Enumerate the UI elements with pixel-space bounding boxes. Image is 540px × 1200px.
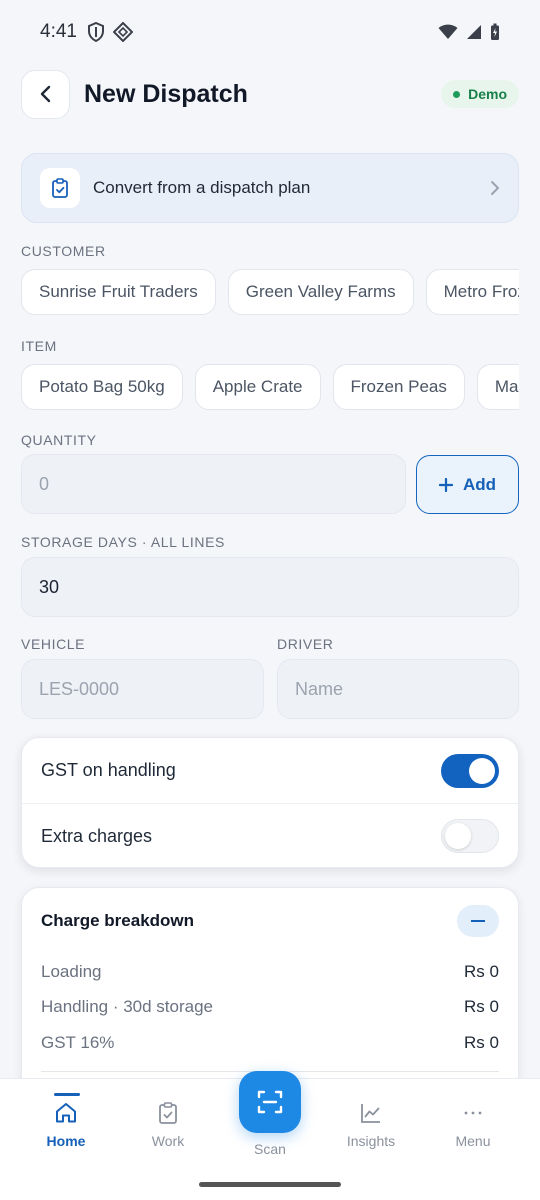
battery-icon	[491, 23, 499, 40]
vehicle-label: VEHICLE	[21, 636, 86, 652]
breakdown-row-label: Loading	[41, 961, 102, 981]
demo-badge: Demo	[441, 80, 519, 108]
gst-toggle-label: GST on handling	[41, 760, 176, 780]
breakdown-row-amount: Rs 0	[464, 1032, 499, 1052]
switch-knob	[469, 757, 495, 784]
vehicle-placeholder: LES-0000	[39, 678, 120, 699]
breakdown-row: GST 16% Rs 0	[41, 1025, 499, 1061]
customer-chip[interactable]: Sunrise Fruit Traders	[21, 269, 216, 315]
item-chip[interactable]: Potato Bag 50kg	[21, 364, 183, 410]
minus-icon	[471, 920, 485, 922]
home-icon	[56, 1103, 76, 1123]
breakdown-row-label: GST 16%	[41, 1032, 115, 1052]
storage-days-label: STORAGE DAYS · ALL LINES	[21, 534, 225, 550]
plan-icon-box	[40, 168, 80, 208]
breakdown-row: Handling · 30d storage Rs 0	[41, 990, 499, 1026]
convert-plan-label: Convert from a dispatch plan	[93, 178, 311, 197]
nav-work[interactable]: Work	[123, 1101, 213, 1149]
item-chip-row[interactable]: Potato Bag 50kg Apple Crate Frozen Peas …	[21, 364, 519, 410]
storage-days-value: 30	[39, 576, 60, 597]
more-dots-icon	[464, 1111, 482, 1115]
nav-work-label: Work	[151, 1133, 185, 1149]
collapse-button[interactable]	[457, 905, 499, 937]
charges-toggle-card: GST on handling Extra charges	[21, 737, 519, 868]
plus-icon	[438, 477, 453, 492]
status-bar: 4:41	[0, 0, 540, 64]
breakdown-header: Charge breakdown	[41, 888, 499, 954]
nav-scan-label: Scan	[254, 1141, 286, 1157]
breakdown-row-amount: Rs 0	[464, 961, 499, 981]
switch-knob	[445, 823, 471, 849]
wifi-icon	[438, 24, 458, 39]
customer-chip[interactable]: Green Valley Farms	[227, 269, 414, 315]
nav-menu[interactable]: Menu	[428, 1101, 518, 1149]
driver-input[interactable]: Name	[277, 659, 519, 719]
vehicle-input[interactable]: LES-0000	[21, 659, 264, 719]
app-header: New Dispatch Demo	[21, 69, 519, 119]
add-line-label: Add	[462, 474, 497, 494]
active-tab-indicator	[54, 1093, 80, 1096]
customer-chip[interactable]: Metro Frozen	[425, 269, 519, 315]
quantity-label: QUANTITY	[21, 432, 97, 448]
driver-label: DRIVER	[277, 636, 334, 652]
gst-toggle-row: GST on handling	[22, 738, 518, 803]
item-chip[interactable]: Frozen Peas	[332, 364, 465, 410]
nav-insights[interactable]: Insights	[326, 1101, 416, 1149]
quantity-placeholder: 0	[39, 473, 50, 494]
back-button[interactable]	[21, 69, 70, 119]
item-chip[interactable]: Mango Box	[476, 364, 519, 410]
driver-placeholder: Name	[295, 678, 344, 699]
nav-insights-label: Insights	[346, 1133, 396, 1149]
extra-charges-toggle-row: Extra charges	[22, 803, 518, 868]
clipboard-check-icon	[52, 178, 68, 198]
signal-icon	[467, 25, 481, 39]
breakdown-row-label: Handling · 30d storage	[41, 997, 214, 1017]
customer-label: CUSTOMER	[21, 243, 106, 259]
gesture-home-indicator	[199, 1182, 341, 1187]
extra-charges-toggle-label: Extra charges	[41, 825, 153, 846]
scan-button[interactable]	[239, 1071, 301, 1133]
status-dot	[453, 90, 461, 98]
shield-icon	[87, 22, 104, 42]
chevron-left-icon	[40, 85, 50, 103]
chevron-right-icon	[491, 181, 499, 195]
add-line-button[interactable]: Add	[416, 455, 519, 514]
diamond-grid-icon	[112, 22, 133, 42]
scan-icon	[257, 1090, 283, 1114]
status-time: 4:41	[40, 21, 77, 42]
item-chip[interactable]: Apple Crate	[194, 364, 321, 410]
nav-menu-label: Menu	[455, 1133, 491, 1149]
clipboard-check-icon	[159, 1102, 177, 1124]
demo-badge-label: Demo	[468, 86, 507, 102]
breakdown-title: Charge breakdown	[41, 911, 195, 930]
breakdown-row-amount: Rs 0	[464, 997, 499, 1017]
convert-plan-card[interactable]: Convert from a dispatch plan	[21, 153, 519, 223]
quantity-input[interactable]: 0	[21, 454, 406, 514]
page-title: New Dispatch	[84, 79, 248, 108]
storage-days-input[interactable]: 30	[21, 557, 519, 617]
extra-charges-toggle-switch[interactable]	[441, 819, 499, 853]
gst-toggle-switch[interactable]	[441, 753, 499, 788]
breakdown-row: Loading Rs 0	[41, 954, 499, 990]
line-chart-icon	[361, 1104, 380, 1123]
nav-home-label: Home	[46, 1133, 86, 1149]
nav-home[interactable]: Home	[21, 1101, 111, 1149]
customer-chip-row[interactable]: Sunrise Fruit Traders Green Valley Farms…	[21, 269, 519, 315]
item-label: ITEM	[21, 338, 57, 354]
